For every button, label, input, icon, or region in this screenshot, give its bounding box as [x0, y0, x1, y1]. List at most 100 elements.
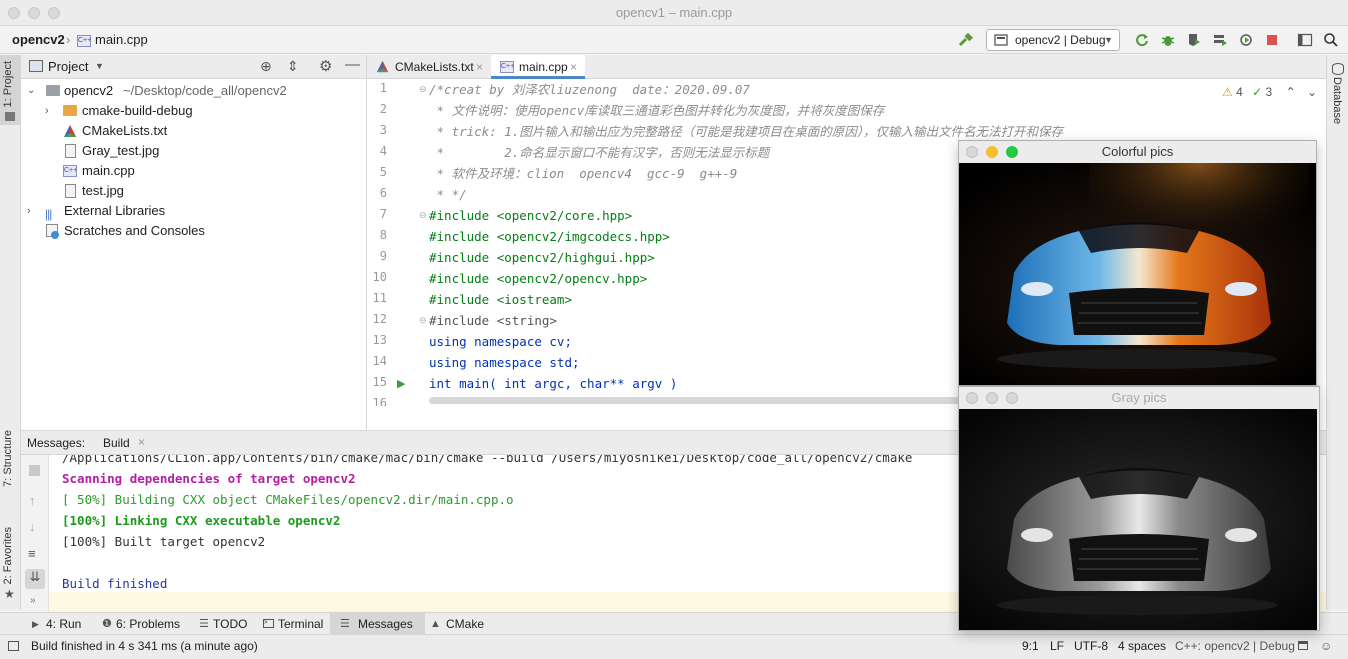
line-number-gutter: 1 2 3 4 5 6 7 8 9 10 11 12 13 14 15 16 ▶…	[367, 79, 427, 430]
tool-tab-database[interactable]: Database	[1331, 77, 1343, 124]
close-tab-icon[interactable]: ×	[476, 55, 483, 79]
breadcrumb-file[interactable]: main.cpp	[95, 32, 148, 47]
output-line-progress: [ 50%] Building CXX object CMakeFiles/op…	[62, 489, 514, 510]
hide-panel-icon[interactable]: —	[345, 56, 360, 73]
build-hammer-icon[interactable]	[956, 30, 976, 50]
output-line: [ 50%] Building CXX object CMakeFiles/op…	[62, 492, 514, 507]
tool-window-todo[interactable]: ☰ TODO	[197, 613, 247, 635]
tool-tab-project[interactable]: 1: Project	[2, 61, 14, 107]
indent-setting[interactable]: 4 spaces	[1118, 635, 1166, 657]
star-icon: ★	[4, 587, 15, 601]
search-icon[interactable]	[1321, 30, 1341, 50]
code-line: * */	[429, 187, 467, 202]
gray-pics-window[interactable]: Gray pics	[958, 386, 1320, 631]
lock-icon[interactable]	[1298, 641, 1308, 650]
close-window-button[interactable]	[966, 392, 978, 404]
right-tool-strip: Database	[1326, 55, 1348, 610]
fold-icon[interactable]: ⊖	[419, 84, 427, 95]
file-encoding[interactable]: UTF-8	[1074, 635, 1108, 657]
toggle-panels-icon[interactable]	[8, 641, 19, 651]
line-number: 11	[372, 291, 387, 305]
tree-item-label: CMakeLists.txt	[82, 123, 168, 138]
code-line: #include <iostream>	[429, 292, 572, 307]
tool-tab-structure[interactable]: 7: Structure	[2, 430, 14, 487]
attach-debugger-icon[interactable]	[1236, 30, 1256, 50]
chevron-down-icon[interactable]: ⌄	[27, 81, 35, 101]
image-window-titlebar[interactable]: Gray pics	[959, 387, 1319, 409]
status-message[interactable]: Build finished in 4 s 341 ms (a minute a…	[31, 635, 258, 657]
close-tab-icon[interactable]: ×	[570, 55, 577, 79]
chevron-right-icon[interactable]: ›	[45, 101, 49, 121]
run-configuration-select[interactable]: opencv2 | Debug ▼	[986, 29, 1120, 51]
zoom-window-button[interactable]	[1006, 392, 1018, 404]
line-ending[interactable]: LF	[1050, 635, 1064, 657]
tool-window-run[interactable]: ▶ 4: Run	[30, 613, 81, 635]
profiler-icon[interactable]	[1210, 30, 1230, 50]
locate-target-icon[interactable]: ⊕	[260, 58, 272, 75]
tab-build[interactable]: Build	[103, 436, 130, 450]
stop-icon[interactable]	[1262, 30, 1282, 50]
line-number: 1	[379, 81, 387, 95]
code-line: #include <opencv2/imgcodecs.hpp>	[429, 229, 670, 244]
caret-position[interactable]: 9:1	[1022, 635, 1039, 657]
tab-label: CMakeLists.txt	[395, 60, 474, 74]
zoom-window-button[interactable]	[1006, 146, 1018, 158]
project-panel: Project ▼ ⊕ ⇕ ⚙ — ⌄ opencv2 ~/Desktop/co…	[21, 55, 367, 430]
minimize-window-button[interactable]	[986, 392, 998, 404]
tab-main-cpp[interactable]: C++ main.cpp ×	[491, 55, 585, 79]
line-number: 7	[379, 207, 387, 221]
zoom-window-button[interactable]	[48, 7, 60, 19]
fold-icon[interactable]: ⊖	[419, 315, 427, 326]
rerun-icon[interactable]	[1132, 30, 1152, 50]
warning-count: 4	[1236, 85, 1243, 99]
image-window-titlebar[interactable]: Colorful pics	[959, 141, 1316, 163]
tree-item-label: test.jpg	[82, 183, 124, 198]
tool-window-messages[interactable]: ☰ Messages	[330, 613, 425, 635]
minimize-window-button[interactable]	[986, 146, 998, 158]
run-gutter-icon[interactable]: ▶	[397, 377, 405, 390]
tool-window-problems[interactable]: ❶ 6: Problems	[100, 613, 180, 635]
project-panel-header: Project ▼ ⊕ ⇕ ⚙ —	[21, 55, 366, 79]
root-path: ~/Desktop/code_all/opencv2	[123, 83, 287, 98]
cmake-triangle-icon: ▲	[430, 618, 441, 630]
code-line: using namespace cv;	[429, 334, 572, 349]
line-number: 12	[372, 312, 387, 326]
library-icon: |||	[45, 207, 52, 221]
close-window-button[interactable]	[966, 146, 978, 158]
left-tool-strip: 1: Project 7: Structure 2: Favorites ★	[0, 55, 21, 610]
messages-label: Messages:	[27, 436, 86, 450]
context-selector[interactable]: C++: opencv2 | Debug	[1175, 635, 1295, 657]
tree-item-label: cmake-build-debug	[82, 103, 193, 118]
breadcrumb-separator: ›	[66, 32, 71, 47]
tab-cmakelists[interactable]: CMakeLists.txt ×	[367, 55, 491, 79]
color-car-image	[959, 163, 1316, 385]
tool-tab-favorites[interactable]: 2: Favorites	[2, 527, 14, 584]
chevron-down-icon[interactable]: ▼	[95, 61, 104, 71]
chevron-up-icon[interactable]: ⌃	[1286, 85, 1296, 99]
debug-bug-icon[interactable]	[1158, 30, 1178, 50]
close-window-button[interactable]	[8, 7, 20, 19]
colorful-pics-window[interactable]: Colorful pics	[958, 140, 1317, 386]
gear-icon[interactable]: ⚙	[319, 57, 332, 75]
run-with-coverage-icon[interactable]	[1184, 30, 1204, 50]
tool-window-terminal[interactable]: > Terminal	[262, 613, 323, 635]
code-line: * 文件说明：使用opencv库读取三通道彩色图并转化为灰度图，并将灰度图保存	[429, 103, 885, 118]
code-line: #include <opencv2/core.hpp>	[429, 208, 633, 223]
project-structure-icon[interactable]	[1295, 30, 1315, 50]
close-tab-icon[interactable]: ×	[138, 435, 145, 449]
chevron-down-icon[interactable]: ⌄	[1307, 85, 1317, 99]
database-icon	[1332, 63, 1344, 75]
output-line: /Applications/CLion.app/Contents/bin/cma…	[62, 455, 913, 465]
tool-window-label: Terminal	[278, 617, 324, 631]
inspection-widget[interactable]: ⚠ 4 ✓ 3 ⌃ ⌄	[1222, 85, 1317, 99]
breadcrumb-project[interactable]: opencv2	[12, 32, 65, 47]
project-view-label[interactable]: Project	[48, 59, 88, 74]
tree-item-label: Gray_test.jpg	[82, 143, 160, 158]
chevron-right-icon[interactable]: ›	[27, 201, 31, 221]
horizontal-scrollbar[interactable]	[429, 397, 989, 404]
minimize-window-button[interactable]	[28, 7, 40, 19]
inspector-icon[interactable]: ☺	[1320, 635, 1332, 657]
collapse-all-icon[interactable]: ⇕	[287, 58, 299, 75]
fold-icon[interactable]: ⊖	[419, 210, 427, 221]
tool-window-cmake[interactable]: ▲ CMake	[430, 613, 484, 635]
